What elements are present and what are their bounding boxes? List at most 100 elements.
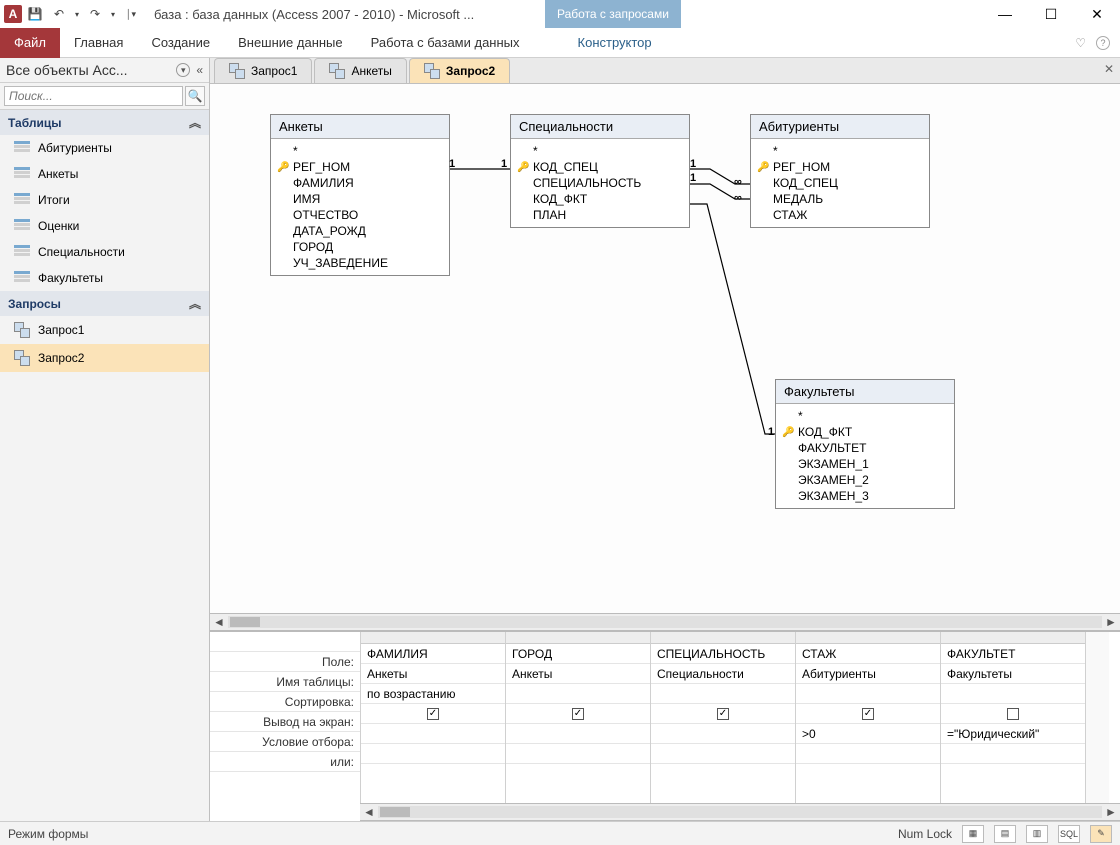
table-box-header[interactable]: Анкеты (271, 115, 449, 139)
nav-item[interactable]: Анкеты (0, 161, 209, 187)
context-tab[interactable]: Конструктор (564, 28, 666, 58)
show-checkbox[interactable] (427, 708, 439, 720)
grid-column[interactable]: ГОРОДАнкеты (505, 632, 650, 803)
nav-filter-icon[interactable]: ▾ (176, 63, 190, 77)
nav-item[interactable]: Оценки (0, 213, 209, 239)
nav-title[interactable]: Все объекты Acc... (6, 62, 176, 78)
redo-dd-icon[interactable]: ▾ (108, 3, 118, 25)
qat-customize-icon[interactable]: │▾ (120, 3, 142, 25)
table-box[interactable]: Специальности *🔑КОД_СПЕЦСПЕЦИАЛЬНОСТЬКОД_… (510, 114, 690, 228)
ribbon-tab[interactable]: Внешние данные (224, 28, 357, 58)
query-designer-canvas[interactable]: Анкеты*🔑РЕГ_НОМФАМИЛИЯИМЯОТЧЕСТВОДАТА_РО… (210, 84, 1120, 613)
criteria-cell[interactable] (361, 724, 505, 744)
table-field[interactable]: ФАКУЛЬТЕТ (782, 440, 948, 456)
nav-item[interactable]: Абитуриенты (0, 135, 209, 161)
view-report-icon[interactable]: ▥ (1026, 825, 1048, 843)
grid-column[interactable]: ФАКУЛЬТЕТФакультеты ="Юридический" (940, 632, 1085, 803)
table-field[interactable]: 🔑РЕГ_НОМ (757, 159, 923, 175)
undo-dd-icon[interactable]: ▾ (72, 3, 82, 25)
table-field[interactable]: * (517, 143, 683, 159)
show-cell[interactable] (361, 704, 505, 724)
table-cell[interactable]: Специальности (651, 664, 795, 684)
show-cell[interactable] (941, 704, 1085, 724)
document-tab[interactable]: Анкеты (314, 58, 406, 83)
field-cell[interactable]: ФАМИЛИЯ (361, 644, 505, 664)
document-close-icon[interactable]: ✕ (1104, 62, 1114, 76)
table-box-header[interactable]: Факультеты (776, 380, 954, 404)
field-cell[interactable]: ФАКУЛЬТЕТ (941, 644, 1085, 664)
sort-cell[interactable] (651, 684, 795, 704)
nav-item[interactable]: Факультеты (0, 265, 209, 291)
table-box[interactable]: Абитуриенты *🔑РЕГ_НОМКОД_СПЕЦМЕДАЛЬСТАЖ (750, 114, 930, 228)
or-cell[interactable] (361, 744, 505, 764)
show-checkbox[interactable] (1007, 708, 1019, 720)
maximize-button[interactable]: ☐ (1028, 0, 1074, 28)
table-field[interactable]: ПЛАН (517, 207, 683, 223)
table-field[interactable]: 🔑КОД_ФКТ (782, 424, 948, 440)
or-cell[interactable] (941, 744, 1085, 764)
save-icon[interactable]: 💾 (24, 3, 46, 25)
canvas-hscrollbar[interactable]: ◄ ► (210, 613, 1120, 631)
table-field[interactable]: ЭКЗАМЕН_2 (782, 472, 948, 488)
show-checkbox[interactable] (717, 708, 729, 720)
criteria-cell[interactable] (651, 724, 795, 744)
show-cell[interactable] (651, 704, 795, 724)
table-cell[interactable]: Анкеты (506, 664, 650, 684)
file-tab[interactable]: Файл (0, 28, 60, 58)
field-cell[interactable]: СПЕЦИАЛЬНОСТЬ (651, 644, 795, 664)
table-box[interactable]: Факультеты*🔑КОД_ФКТФАКУЛЬТЕТЭКЗАМЕН_1ЭКЗ… (775, 379, 955, 509)
column-selector[interactable] (941, 632, 1085, 644)
criteria-cell[interactable]: >0 (796, 724, 940, 744)
table-field[interactable]: КОД_ФКТ (517, 191, 683, 207)
table-box-header[interactable]: Абитуриенты (751, 115, 929, 139)
table-cell[interactable]: Анкеты (361, 664, 505, 684)
table-field[interactable]: * (757, 143, 923, 159)
table-field[interactable]: ДАТА_РОЖД (277, 223, 443, 239)
table-field[interactable]: 🔑РЕГ_НОМ (277, 159, 443, 175)
minimize-button[interactable]: — (982, 0, 1028, 28)
column-selector[interactable] (796, 632, 940, 644)
table-cell[interactable]: Факультеты (941, 664, 1085, 684)
table-field[interactable]: ЭКЗАМЕН_1 (782, 456, 948, 472)
grid-column[interactable]: ФАМИЛИЯАнкетыпо возрастанию (360, 632, 505, 803)
or-cell[interactable] (796, 744, 940, 764)
table-box[interactable]: Анкеты*🔑РЕГ_НОМФАМИЛИЯИМЯОТЧЕСТВОДАТА_РО… (270, 114, 450, 276)
scroll-right-icon[interactable]: ► (1102, 805, 1120, 819)
table-field[interactable]: СТАЖ (757, 207, 923, 223)
table-box-header[interactable]: Специальности (511, 115, 689, 139)
table-field[interactable]: СПЕЦИАЛЬНОСТЬ (517, 175, 683, 191)
search-icon[interactable]: 🔍 (185, 86, 205, 106)
field-cell[interactable]: ГОРОД (506, 644, 650, 664)
view-design-icon[interactable]: ✎ (1090, 825, 1112, 843)
table-field[interactable]: УЧ_ЗАВЕДЕНИЕ (277, 255, 443, 271)
table-field[interactable]: ЭКЗАМЕН_3 (782, 488, 948, 504)
table-field[interactable]: 🔑КОД_СПЕЦ (517, 159, 683, 175)
show-checkbox[interactable] (572, 708, 584, 720)
table-field[interactable]: МЕДАЛЬ (757, 191, 923, 207)
criteria-cell[interactable]: ="Юридический" (941, 724, 1085, 744)
table-field[interactable]: КОД_СПЕЦ (757, 175, 923, 191)
nav-collapse-icon[interactable]: « (196, 63, 203, 77)
table-field[interactable]: ФАМИЛИЯ (277, 175, 443, 191)
scroll-right-icon[interactable]: ► (1102, 615, 1120, 629)
sort-cell[interactable] (941, 684, 1085, 704)
table-field[interactable]: ИМЯ (277, 191, 443, 207)
field-cell[interactable]: СТАЖ (796, 644, 940, 664)
grid-column[interactable]: СПЕЦИАЛЬНОСТЬСпециальности (650, 632, 795, 803)
ribbon-tab[interactable]: Создание (137, 28, 224, 58)
column-selector[interactable] (506, 632, 650, 644)
nav-item[interactable]: Запрос2 (0, 344, 209, 372)
grid-column[interactable]: СТАЖАбитуриенты>0 (795, 632, 940, 803)
sort-cell[interactable] (506, 684, 650, 704)
column-selector[interactable] (651, 632, 795, 644)
ribbon-help-icon[interactable]: ♡ (1075, 36, 1086, 50)
nav-item[interactable]: Специальности (0, 239, 209, 265)
redo-icon[interactable]: ↷ (84, 3, 106, 25)
undo-icon[interactable]: ↶ (48, 3, 70, 25)
table-field[interactable]: * (277, 143, 443, 159)
nav-item[interactable]: Итоги (0, 187, 209, 213)
view-sql-button[interactable]: SQL (1058, 825, 1080, 843)
ribbon-tab[interactable]: Работа с базами данных (357, 28, 534, 58)
document-tab[interactable]: Запрос1 (214, 58, 312, 83)
table-field[interactable]: ГОРОД (277, 239, 443, 255)
